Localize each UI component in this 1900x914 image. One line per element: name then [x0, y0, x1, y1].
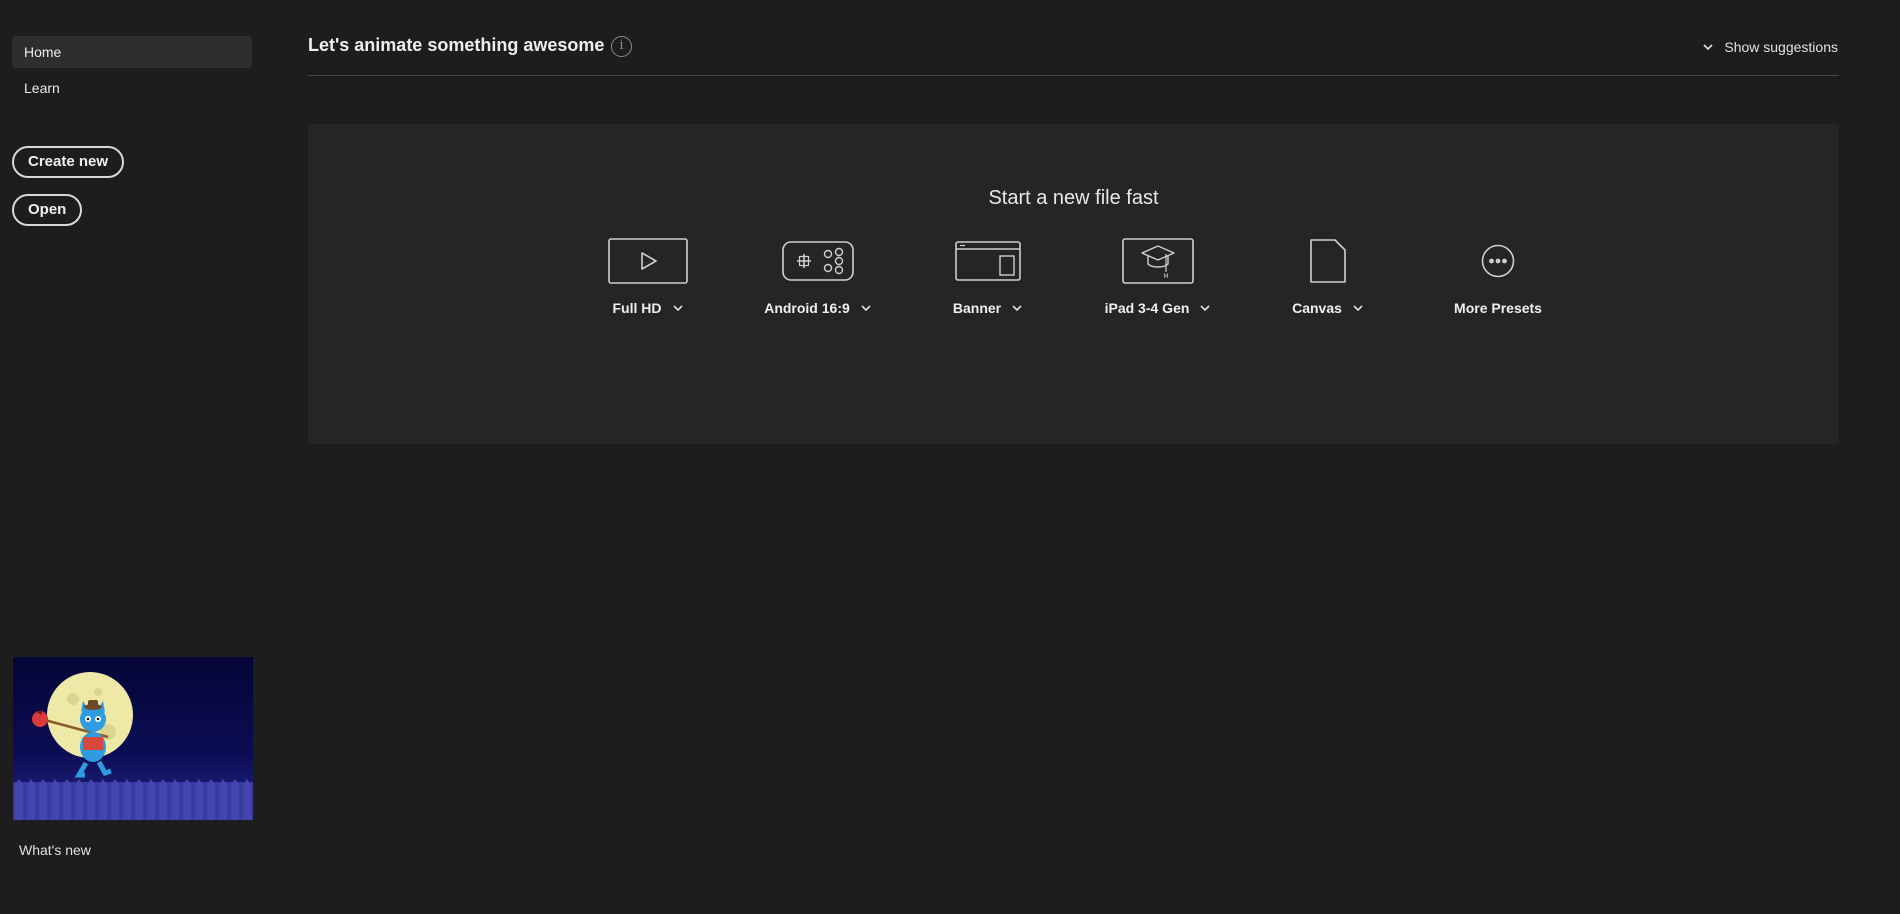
document-icon [1310, 239, 1346, 283]
whats-new-image[interactable] [13, 657, 253, 820]
chevron-down-icon[interactable] [860, 302, 872, 314]
preset-full-hd[interactable]: Full HD [573, 236, 723, 331]
video-play-icon [608, 238, 688, 284]
preset-label: Canvas [1292, 300, 1342, 316]
preset-label: Full HD [612, 300, 662, 316]
preset-canvas[interactable]: Canvas [1253, 236, 1403, 331]
banner-icon [955, 241, 1021, 281]
sidebar-item-label: Home [24, 44, 62, 60]
panel-title: Start a new file fast [988, 187, 1159, 209]
create-new-button[interactable]: Create new [12, 146, 125, 178]
preset-label: Banner [952, 300, 1002, 316]
preset-android-16-9[interactable]: Android 16:9 [743, 236, 893, 331]
sidebar: Home Learn Create new Open What's new [0, 0, 262, 914]
chevron-down-icon[interactable] [1199, 302, 1211, 314]
show-suggestions-label: Show suggestions [1724, 39, 1838, 55]
chevron-down-icon[interactable] [672, 302, 684, 314]
page-title: Let's animate something awesome [308, 35, 605, 55]
header-divider [308, 75, 1839, 76]
whats-new-link[interactable]: What's new [19, 842, 91, 858]
preset-label: Android 16:9 [764, 300, 850, 316]
info-icon[interactable]: i [611, 36, 632, 57]
open-button[interactable]: Open [12, 194, 83, 226]
preset-banner[interactable]: Banner [913, 236, 1063, 331]
svg-text:M: M [1163, 273, 1168, 280]
gamepad-icon [782, 241, 854, 281]
sidebar-item-home[interactable]: Home [12, 36, 252, 68]
chevron-down-icon[interactable] [1011, 302, 1023, 314]
preset-more-presets[interactable]: More Presets [1423, 236, 1573, 331]
graduation-cap-icon: M [1122, 238, 1194, 284]
whats-new-illustration [13, 657, 253, 820]
chevron-down-icon [1703, 44, 1713, 51]
preset-ipad-3-4-gen[interactable]: M iPad 3-4 Gen [1083, 236, 1233, 331]
preset-label: More Presets [1454, 300, 1542, 316]
preset-label: iPad 3-4 Gen [1104, 300, 1190, 316]
sidebar-item-label: Learn [24, 80, 60, 96]
chevron-down-icon[interactable] [1352, 302, 1364, 314]
more-icon [1481, 244, 1515, 278]
sidebar-item-learn[interactable]: Learn [12, 72, 252, 104]
new-file-panel: Start a new file fast Full HD Android 16… [308, 124, 1839, 444]
show-suggestions-toggle[interactable]: Show suggestions [1702, 36, 1838, 58]
